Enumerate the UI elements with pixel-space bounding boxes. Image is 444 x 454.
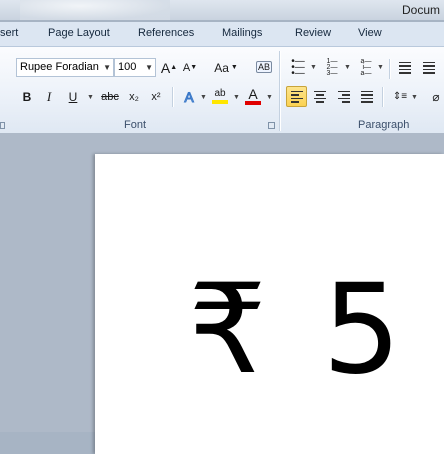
title-bar-blur [20, 0, 170, 20]
tab-mailings[interactable]: Mailings [222, 27, 262, 39]
superscript-button[interactable]: x² [147, 87, 165, 106]
subscript-button[interactable]: x₂ [125, 87, 143, 106]
tab-review[interactable]: Review [295, 27, 331, 39]
numbering-button[interactable]: 1— 2— 3— [322, 58, 342, 77]
justify-icon [361, 89, 373, 105]
paragraph-group-label: Paragraph [358, 119, 410, 131]
ribbon: Rupee Foradian ▼ 100 ▼ A ▲ A ▼ Aa ▼ AB •— •—… [0, 46, 444, 134]
chevron-down-icon[interactable]: ▼ [200, 94, 207, 101]
highlighter-icon: ab [214, 87, 226, 99]
chevron-down-icon: ▼ [103, 63, 111, 72]
separator [389, 59, 390, 79]
separator [172, 87, 173, 107]
title-bar: Docum [0, 0, 444, 20]
highlight-button[interactable]: ab [210, 85, 230, 106]
font-name-combo[interactable]: Rupee Foradian ▼ [16, 58, 114, 77]
font-size-combo[interactable]: 100 ▼ [114, 58, 156, 77]
tab-insert[interactable]: sert [0, 27, 18, 39]
decrease-indent-icon [399, 60, 411, 76]
align-center-button[interactable] [310, 87, 330, 106]
grow-font-label: A [160, 59, 171, 76]
text-effects-button[interactable]: A [180, 87, 198, 106]
bullets-button[interactable]: •— •— •— [288, 55, 308, 79]
paint-bucket-icon: ⌀ [432, 89, 440, 104]
highlight-color-bar [212, 99, 228, 104]
multilevel-list-button[interactable]: a— i— a— [356, 58, 376, 77]
chevron-down-icon[interactable]: ▼ [266, 94, 273, 101]
decrease-indent-button[interactable] [396, 58, 414, 77]
multilevel-list-icon: a— i— a— [360, 57, 372, 77]
document-content[interactable]: ₹ 5 [188, 268, 409, 392]
increase-indent-icon [423, 60, 435, 76]
justify-button[interactable] [357, 87, 377, 106]
align-right-icon [338, 89, 350, 105]
chevron-down-icon[interactable]: ▼ [310, 64, 317, 71]
font-group-label: Font [124, 119, 147, 131]
align-center-icon [314, 89, 326, 105]
change-case-button[interactable]: Aa ▼ [212, 58, 240, 77]
change-case-label: Aa [214, 60, 229, 75]
bullet-list-icon: •— •— •— [291, 55, 305, 79]
chevron-down-icon: ▼ [145, 63, 153, 72]
underline-button[interactable]: U [64, 87, 82, 106]
chevron-down-icon[interactable]: ▼ [344, 64, 351, 71]
align-left-button[interactable] [286, 86, 307, 107]
font-color-bar [245, 100, 261, 105]
font-color-button[interactable]: A [243, 85, 263, 106]
numbered-list-icon: 1— 2— 3— [326, 57, 338, 77]
chevron-down-icon[interactable]: ▼ [377, 64, 384, 71]
shrink-font-button[interactable]: A ▼ [181, 58, 199, 77]
chevron-down-icon[interactable]: ▼ [233, 94, 240, 101]
chevron-down-icon[interactable]: ▼ [411, 94, 418, 101]
increase-indent-button[interactable] [420, 58, 438, 77]
group-separator [279, 51, 280, 131]
align-right-button[interactable] [334, 87, 354, 106]
font-name-value: Rupee Foradian [20, 61, 99, 73]
shrink-font-label: A [182, 61, 191, 74]
align-left-icon [290, 89, 303, 105]
clear-formatting-button[interactable]: AB [255, 57, 273, 77]
line-spacing-button[interactable]: ⇕≡ [390, 87, 410, 106]
italic-button[interactable]: I [40, 87, 58, 106]
font-color-letter: A [248, 85, 258, 102]
bold-button[interactable]: B [18, 87, 36, 106]
clipboard-dialog-launcher-icon[interactable] [0, 122, 5, 129]
tab-references[interactable]: References [138, 27, 194, 39]
strikethrough-button[interactable]: abc [98, 87, 122, 106]
grow-font-button[interactable]: A ▲ [160, 58, 178, 77]
clear-formatting-icon: AB [255, 61, 272, 73]
font-size-value: 100 [118, 61, 137, 73]
separator [382, 87, 383, 107]
shading-button[interactable]: ⌀ [428, 87, 444, 106]
tab-page-layout[interactable]: Page Layout [48, 27, 110, 39]
ribbon-tabs: sert Page Layout References Mailings Rev… [0, 22, 444, 46]
chevron-down-icon[interactable]: ▼ [87, 94, 94, 101]
window-title: Docum [402, 3, 441, 17]
tab-view[interactable]: View [358, 27, 382, 39]
line-spacing-icon: ⇕≡ [392, 91, 408, 102]
font-dialog-launcher-icon[interactable] [268, 122, 275, 129]
